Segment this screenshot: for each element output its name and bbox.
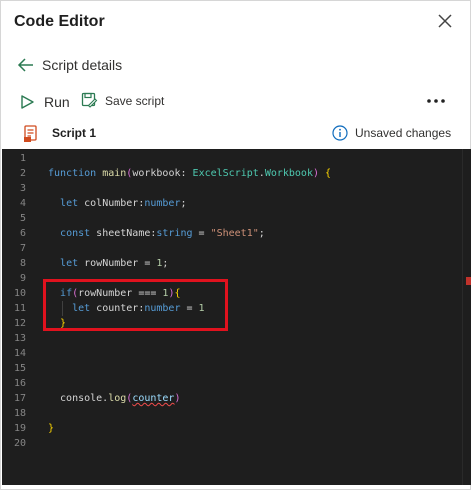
line-number: 12 (13, 318, 26, 329)
toolbar: Run Save script (1, 87, 472, 117)
code-line: const sheetName:string = "Sheet1"; (60, 228, 265, 239)
line-number: 20 (13, 438, 26, 449)
back-arrow-icon (17, 58, 33, 72)
line-number: 13 (13, 333, 26, 344)
line-number: 19 (13, 423, 26, 434)
editor-scrollbar[interactable] (462, 149, 471, 485)
script-file-icon (24, 125, 37, 142)
save-script-button[interactable]: Save script (81, 91, 166, 113)
breadcrumb: Script details (1, 51, 472, 79)
code-editor[interactable]: 1 2 3 4 5 6 7 8 9 10 11 12 13 14 15 16 1… (2, 149, 471, 485)
line-number: 17 (13, 393, 26, 404)
info-icon (332, 125, 348, 141)
script-header: Script 1 Unsaved changes (1, 121, 472, 145)
line-number: 16 (13, 378, 26, 389)
run-button[interactable]: Run (19, 91, 75, 113)
close-button[interactable] (435, 11, 455, 31)
code-line: let rowNumber = 1; (60, 258, 169, 269)
play-icon (21, 95, 34, 109)
panel-title: Code Editor (14, 13, 105, 30)
ellipsis-icon (427, 99, 445, 103)
save-icon (81, 92, 98, 108)
close-icon (438, 14, 452, 28)
line-number: 6 (19, 228, 26, 239)
line-number: 5 (19, 213, 26, 224)
code-line: let colNumber:number; (60, 198, 187, 209)
script-name: Script 1 (52, 126, 97, 140)
save-script-label: Save script (105, 94, 165, 108)
code-line: if(rowNumber === 1){ (60, 288, 181, 299)
line-number: 18 (13, 408, 26, 419)
line-number: 11 (13, 303, 26, 314)
line-number: 7 (19, 243, 26, 254)
line-number: 2 (19, 168, 26, 179)
error-marker (466, 277, 471, 285)
unsaved-changes-status: Unsaved changes (355, 126, 452, 140)
code-line: } (48, 423, 55, 434)
code-line: } (60, 318, 67, 329)
title-bar: Code Editor (1, 1, 472, 45)
line-number: 8 (19, 258, 26, 269)
line-number: 3 (19, 183, 26, 194)
code-editor-panel: Code Editor Script details Run Save scri… (0, 0, 471, 490)
code-line: console.log(counter) (48, 393, 181, 404)
script-details-link[interactable]: Script details (42, 57, 122, 73)
line-number: 4 (19, 198, 26, 209)
code-line: let counter:number = 1 (72, 303, 205, 314)
line-number: 1 (19, 153, 26, 164)
line-number: 9 (19, 273, 26, 284)
line-number-gutter: 1 2 3 4 5 6 7 8 9 10 11 12 13 14 15 16 1… (2, 149, 32, 485)
line-number: 15 (13, 363, 26, 374)
more-options-button[interactable] (426, 93, 446, 109)
run-label: Run (44, 94, 70, 110)
code-line: function main(workbook: ExcelScript.Work… (48, 168, 332, 179)
line-number: 10 (13, 288, 26, 299)
back-button[interactable] (17, 57, 35, 73)
line-number: 14 (13, 348, 26, 359)
code-lines: function main(workbook: ExcelScript.Work… (48, 149, 448, 485)
